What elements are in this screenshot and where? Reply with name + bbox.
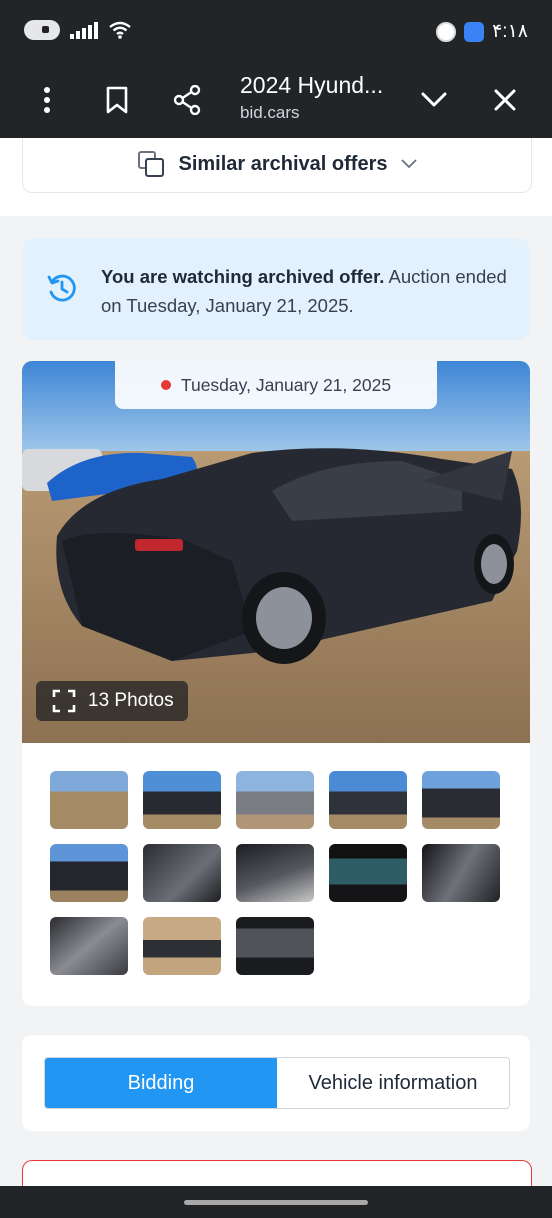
thumbnail[interactable] [143,917,221,975]
photos-count-button[interactable]: 13 Photos [36,681,188,721]
bookmark-icon[interactable] [97,80,137,120]
chevron-down-icon[interactable] [414,80,454,120]
similar-section: Similar archival offers [0,138,552,216]
similar-offers-button[interactable]: Similar archival offers [22,138,532,193]
thumbnail[interactable] [329,844,407,902]
status-dot [160,380,171,390]
more-menu-icon[interactable] [27,80,67,120]
close-icon[interactable] [485,80,525,120]
photos-count: 13 Photos [88,690,174,711]
thumbnail[interactable] [143,771,221,829]
page-domain: bid.cars [240,103,300,122]
tab-bidding[interactable]: Bidding [45,1058,277,1108]
thumbnail[interactable] [50,844,128,902]
auction-date: Tuesday, January 21, 2025 [180,374,392,395]
chevron-down-icon [401,159,418,169]
browser-toolbar: 2024 Hyund... bid.cars [0,62,552,138]
thumbnail[interactable] [329,771,407,829]
tabs-card: Bidding Vehicle information [22,1035,530,1131]
thumbnail[interactable] [50,771,128,829]
thumbnail[interactable] [143,844,221,902]
thumbnail[interactable] [422,844,500,902]
main-car-photo[interactable]: Tuesday, January 21, 2025 13 Photos [22,361,530,743]
history-icon [47,274,76,302]
photo-gallery: Tuesday, January 21, 2025 13 Photos [22,361,530,1006]
section-tabs: Bidding Vehicle information [44,1057,510,1109]
share-icon[interactable] [167,80,207,120]
page-title: 2024 Hyund... [240,72,384,98]
archived-notice-bold: You are watching archived offer. [101,266,385,287]
signal-icon [70,21,98,39]
app-notification-icon [436,21,457,42]
tab-vehicle-information[interactable]: Vehicle information [277,1058,509,1108]
fullscreen-icon [52,689,76,713]
screen-record-icon [24,20,60,40]
thumbnail[interactable] [236,917,314,975]
archived-notice: You are watching archived offer. Auction… [22,238,530,340]
system-nav-bar [0,1186,552,1218]
thumbnail[interactable] [236,771,314,829]
status-bar: ۴:۱۸ [0,0,552,62]
thumbnail[interactable] [50,917,128,975]
similar-offers-label: Similar archival offers [178,152,388,175]
clock: ۴:۱۸ [492,21,528,42]
auction-date-badge: Tuesday, January 21, 2025 [115,361,437,409]
thumbnail[interactable] [422,771,500,829]
app-badge-icon [464,21,485,42]
copy-icon [137,151,164,177]
page-content: Similar archival offers You are watching… [0,138,552,1186]
wifi-icon [109,21,131,39]
thumbnail[interactable] [236,844,314,902]
home-gesture-handle[interactable] [184,1200,368,1205]
bidding-panel [22,1160,532,1186]
archived-notice-text: You are watching archived offer. Auction… [101,262,511,320]
